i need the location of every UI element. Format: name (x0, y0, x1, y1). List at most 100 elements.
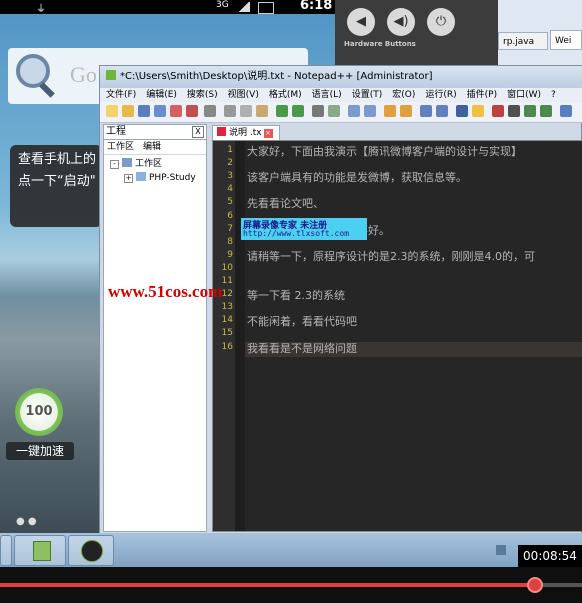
tree-item-workspace[interactable]: - 工作区 (110, 157, 162, 171)
editor-tab[interactable]: rp.java (498, 32, 548, 50)
tip-popup: 查看手机上的 点一下“启动" (10, 145, 102, 227)
menu-file[interactable]: 文件(F) (106, 90, 136, 100)
line-number: 10 (221, 262, 233, 273)
usb-icon: ⏚ (36, 4, 46, 15)
search-icon-handle (39, 82, 55, 98)
collapse-icon[interactable]: - (110, 160, 119, 169)
replace-icon[interactable] (328, 105, 340, 117)
play-macro-icon[interactable] (524, 105, 536, 117)
save-macro-icon[interactable] (560, 105, 572, 117)
project-panel: 工程 X 工作区 编辑 - 工作区 + PHP-Study (103, 124, 207, 532)
edit-menu[interactable]: 编辑 (143, 142, 161, 152)
accelerate-widget[interactable]: 100 (15, 388, 63, 436)
zoom-out-icon[interactable] (364, 105, 376, 117)
line-number: 2 (227, 158, 233, 169)
workspace-menu[interactable]: 工作区 (107, 142, 134, 152)
find-icon[interactable] (312, 105, 324, 117)
signal-icon (238, 2, 250, 12)
menu-window[interactable]: 窗口(W) (507, 90, 541, 100)
save-icon[interactable] (138, 105, 150, 117)
line-number: 16 (221, 341, 233, 352)
copy-icon[interactable] (240, 105, 252, 117)
tree-item-project[interactable]: + PHP-Study (124, 171, 196, 185)
menu-bar: 文件(F) 编辑(E) 搜索(S) 视图(V) 格式(M) 语言(L) 设置(T) 宏(O) 运… (100, 88, 582, 102)
line-number: 1 (227, 145, 233, 155)
editor-line: 等一下看 2.3的系统 (247, 289, 345, 303)
taskbar-item-emulator[interactable] (68, 535, 114, 566)
taskbar-item[interactable] (0, 535, 12, 566)
sync-horizontal-icon[interactable] (400, 105, 412, 117)
line-number: 13 (221, 302, 233, 313)
tab-label: 说明 .tx (229, 128, 262, 138)
redo-icon[interactable] (292, 105, 304, 117)
notepad-icon (33, 541, 51, 561)
sync-scroll-icon[interactable] (384, 105, 396, 117)
paste-icon[interactable] (256, 105, 268, 117)
line-number: 8 (227, 236, 233, 247)
recorder-watermark-url: http://www.tlxsoft.com (243, 229, 349, 238)
stop-macro-icon[interactable] (508, 105, 520, 117)
save-all-icon[interactable] (154, 105, 166, 117)
menu-macro[interactable]: 宏(O) (392, 90, 415, 100)
line-number: 15 (221, 328, 233, 339)
menu-plugins[interactable]: 插件(P) (467, 90, 497, 100)
page-indicator: ● ● (16, 516, 37, 527)
indent-guide-icon[interactable] (456, 105, 468, 117)
eclipse-editor-tabs: rp.java Wei (498, 0, 582, 65)
menu-view[interactable]: 视图(V) (228, 90, 259, 100)
editor-line: 该客户端具有的功能是发微博，获取信息等。 (247, 171, 467, 185)
word-wrap-icon[interactable] (420, 105, 432, 117)
menu-help[interactable]: ? (551, 90, 556, 100)
volume-down-icon[interactable]: ◀ (347, 8, 375, 36)
line-number: 6 (227, 210, 233, 221)
recorder-watermark: 屏幕录像专家 未注册 http://www.tlxsoft.com (241, 218, 367, 240)
video-progress-fill (0, 583, 536, 587)
volume-up-icon[interactable]: ◀) (387, 8, 415, 36)
zoom-in-icon[interactable] (348, 105, 360, 117)
close-icon[interactable]: X (192, 126, 204, 138)
line-number: 4 (227, 184, 233, 195)
tab-document[interactable]: 说明 .tx × (212, 125, 280, 141)
run-macro-multiple-icon[interactable] (540, 105, 552, 117)
tray-icon[interactable] (496, 545, 506, 555)
battery-icon (258, 2, 274, 14)
close-file-icon[interactable] (170, 105, 182, 117)
window-title: *C:\Users\Smith\Desktop\说明.txt - Notepad… (120, 71, 433, 82)
accelerate-label: 一键加速 (6, 442, 74, 460)
editor-line: 请稍等一下，原程序设计的是2.3的系统，刚刚是4.0的，可 (247, 249, 535, 263)
close-tab-icon[interactable]: × (263, 129, 273, 138)
menu-language[interactable]: 语言(L) (312, 90, 342, 100)
menu-settings[interactable]: 设置(T) (352, 90, 383, 100)
cut-icon[interactable] (224, 105, 236, 117)
expand-icon[interactable]: + (124, 174, 133, 183)
text-editor[interactable]: 1 2 3 4 5 6 7 8 9 10 11 12 13 14 15 16 大家好，下面由我演示【腾讯微博客… (212, 140, 582, 532)
show-all-chars-icon[interactable] (436, 105, 448, 117)
hardware-buttons-label: Hardware Buttons (344, 40, 416, 48)
video-timestamp: 00:08:54 (518, 545, 582, 567)
new-file-icon[interactable] (106, 105, 118, 117)
editor-line: 先看看论文吧、 (247, 197, 324, 211)
close-all-icon[interactable] (186, 105, 198, 117)
record-macro-icon[interactable] (492, 105, 504, 117)
hardware-buttons-panel: ◀ ◀) ⏻ (335, 0, 498, 65)
menu-format[interactable]: 格式(M) (269, 90, 302, 100)
menu-run[interactable]: 运行(R) (425, 90, 456, 100)
power-icon[interactable]: ⏻ (427, 8, 455, 36)
notepad-icon (106, 70, 116, 80)
editor-line: 我看看是不是网络问题 (247, 341, 357, 355)
menu-edit[interactable]: 编辑(E) (146, 90, 177, 100)
tip-line: 点一下“启动" (18, 174, 96, 189)
open-file-icon[interactable] (122, 105, 134, 117)
editor-tab[interactable]: Wei (550, 30, 582, 50)
line-number: 5 (227, 197, 233, 208)
tree-item-label: PHP-Study (149, 173, 196, 183)
menu-search[interactable]: 搜索(S) (187, 90, 218, 100)
folder-icon[interactable] (472, 105, 484, 117)
android-status-bar: ⏚ 3G 6:18 (0, 0, 335, 15)
project-panel-header: 工程 X (104, 125, 206, 140)
taskbar-item-notepad[interactable] (14, 535, 66, 566)
fold-margin (235, 141, 245, 531)
print-icon[interactable] (204, 105, 216, 117)
window-title-bar[interactable]: *C:\Users\Smith\Desktop\说明.txt - Notepad… (100, 66, 582, 88)
undo-icon[interactable] (276, 105, 288, 117)
